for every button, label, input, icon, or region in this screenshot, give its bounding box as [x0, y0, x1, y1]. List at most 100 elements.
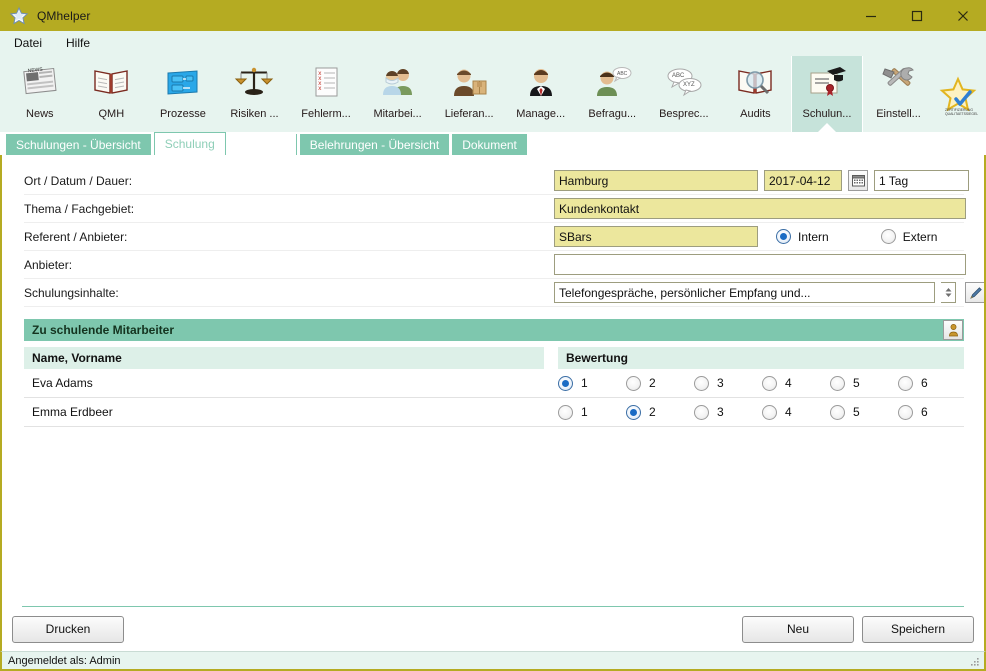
toolbar-label: Besprec...: [659, 108, 709, 120]
application-window: QMhelper Datei Hilfe: [0, 0, 986, 671]
rating-radio-indicator[interactable]: [626, 405, 641, 420]
spinner-updown-icon[interactable]: [941, 282, 956, 303]
schulungsinhalte-input[interactable]: [554, 282, 935, 303]
person-speech-icon: ABC: [590, 61, 634, 103]
rating-radio-indicator[interactable]: [626, 376, 641, 391]
toolbar-label: Manage...: [516, 108, 565, 120]
toolbar-item-fehlermeldungen[interactable]: xx xx Fehlerm...: [290, 56, 362, 132]
table-row[interactable]: Eva Adams 1 2 3: [24, 369, 964, 398]
checklist-icon: xx xx: [304, 61, 348, 103]
label-schulungsinhalte: Schulungsinhalte:: [24, 286, 554, 300]
rating-label: 3: [717, 376, 724, 390]
svg-text:ABC: ABC: [617, 71, 628, 77]
rating-option-3[interactable]: 3: [694, 405, 762, 420]
table-row[interactable]: Emma Erdbeer 1 2 3: [24, 398, 964, 427]
radio-intern-indicator[interactable]: [776, 229, 791, 244]
label-thema: Thema / Fachgebiet:: [24, 202, 554, 216]
rating-option-4[interactable]: 4: [762, 376, 830, 391]
rating-label: 5: [853, 405, 860, 419]
window-title: QMhelper: [37, 9, 91, 23]
rating-option-2[interactable]: 2: [626, 405, 694, 420]
svg-text:QUALITAETSSIEGEL: QUALITAETSSIEGEL: [945, 112, 978, 116]
print-button[interactable]: Drucken: [12, 616, 124, 643]
toolbar-item-news[interactable]: NEWS News: [4, 56, 76, 132]
close-icon[interactable]: [940, 0, 986, 31]
rating-option-4[interactable]: 4: [762, 405, 830, 420]
rating-option-5[interactable]: 5: [830, 405, 898, 420]
book-magnifier-icon: [733, 61, 777, 103]
minimize-icon[interactable]: [848, 0, 894, 31]
open-book-icon: [89, 61, 133, 103]
column-header-name: Name, Vorname: [24, 347, 544, 369]
anbieter-input[interactable]: [554, 254, 966, 275]
label-referent: Referent / Anbieter:: [24, 230, 554, 244]
radio-intern[interactable]: Intern: [776, 229, 829, 244]
tab-dokument[interactable]: Dokument: [452, 134, 527, 155]
rating-radio-indicator[interactable]: [558, 405, 573, 420]
rating-option-1[interactable]: 1: [558, 376, 626, 391]
new-button[interactable]: Neu: [742, 616, 854, 643]
save-button[interactable]: Speichern: [862, 616, 974, 643]
rating-radio-indicator[interactable]: [694, 376, 709, 391]
rating-option-3[interactable]: 3: [694, 376, 762, 391]
menu-item-hilfe[interactable]: Hilfe: [64, 34, 100, 53]
toolbar-item-schulungen[interactable]: Schulun...: [791, 56, 863, 132]
toolbar-item-prozesse[interactable]: Prozesse: [147, 56, 219, 132]
rating-label: 6: [921, 376, 928, 390]
rating-label: 2: [649, 405, 656, 419]
toolbar-label: Fehlerm...: [301, 108, 351, 120]
dauer-input[interactable]: [874, 170, 969, 191]
ort-input[interactable]: [554, 170, 758, 191]
menu-item-datei[interactable]: Datei: [12, 34, 52, 53]
calendar-icon[interactable]: [848, 170, 868, 191]
tab-belehrungen-uebersicht[interactable]: Belehrungen - Übersicht: [300, 134, 449, 155]
toolbar-item-mitarbeiter[interactable]: Mitarbei...: [362, 56, 434, 132]
radio-extern[interactable]: Extern: [881, 229, 938, 244]
svg-text:XYZ: XYZ: [683, 82, 695, 88]
rating-radio-indicator[interactable]: [830, 405, 845, 420]
rating-label: 4: [785, 376, 792, 390]
rating-label: 2: [649, 376, 656, 390]
main-toolbar: NEWS News QMH: [0, 56, 986, 132]
cell-name: Emma Erdbeer: [24, 405, 558, 419]
rating-option-6[interactable]: 6: [898, 376, 966, 391]
hammer-wrench-icon: [877, 61, 921, 103]
toolbar-item-management[interactable]: Manage...: [505, 56, 577, 132]
rating-radio-indicator[interactable]: [558, 376, 573, 391]
rating-option-5[interactable]: 5: [830, 376, 898, 391]
menu-bar: Datei Hilfe: [0, 31, 986, 56]
radio-extern-indicator[interactable]: [881, 229, 896, 244]
toolbar-label: Prozesse: [160, 108, 206, 120]
rating-radio-indicator[interactable]: [762, 405, 777, 420]
rating-radio-indicator[interactable]: [762, 376, 777, 391]
tab-schulungen-uebersicht[interactable]: Schulungen - Übersicht: [6, 134, 151, 155]
datum-input[interactable]: [764, 170, 842, 191]
tab-schulung[interactable]: Schulung: [154, 132, 226, 155]
rating-radio-indicator[interactable]: [694, 405, 709, 420]
rating-radio-indicator[interactable]: [898, 376, 913, 391]
toolbar-item-qmh[interactable]: QMH: [76, 56, 148, 132]
rating-label: 1: [581, 376, 588, 390]
section-title: Zu schulende Mitarbeiter: [24, 323, 174, 337]
rating-radio-indicator[interactable]: [830, 376, 845, 391]
rating-option-6[interactable]: 6: [898, 405, 966, 420]
referent-input[interactable]: [554, 226, 758, 247]
thema-input[interactable]: [554, 198, 966, 219]
toolbar-item-risiken[interactable]: Risiken ...: [219, 56, 291, 132]
two-people-icon: [376, 61, 420, 103]
pencil-edit-icon[interactable]: [965, 282, 986, 303]
label-ort-datum-dauer: Ort / Datum / Dauer:: [24, 174, 554, 188]
rating-option-1[interactable]: 1: [558, 405, 626, 420]
rating-radio-indicator[interactable]: [898, 405, 913, 420]
toolbar-item-einstellungen[interactable]: Einstell...: [863, 56, 935, 132]
rating-group-row-1: 1 2 3 4 5: [558, 405, 966, 420]
toolbar-item-audits[interactable]: Audits: [720, 56, 792, 132]
add-person-icon[interactable]: [943, 320, 963, 340]
toolbar-item-lieferanten[interactable]: Lieferan...: [433, 56, 505, 132]
toolbar-item-besprechungen[interactable]: ABC XYZ Besprec...: [648, 56, 720, 132]
content-pane: Ort / Datum / Dauer:: [0, 155, 986, 607]
maximize-icon[interactable]: [894, 0, 940, 31]
toolbar-item-befragungen[interactable]: ABC Befragu...: [577, 56, 649, 132]
rating-option-2[interactable]: 2: [626, 376, 694, 391]
resize-grip-icon[interactable]: [969, 655, 981, 667]
